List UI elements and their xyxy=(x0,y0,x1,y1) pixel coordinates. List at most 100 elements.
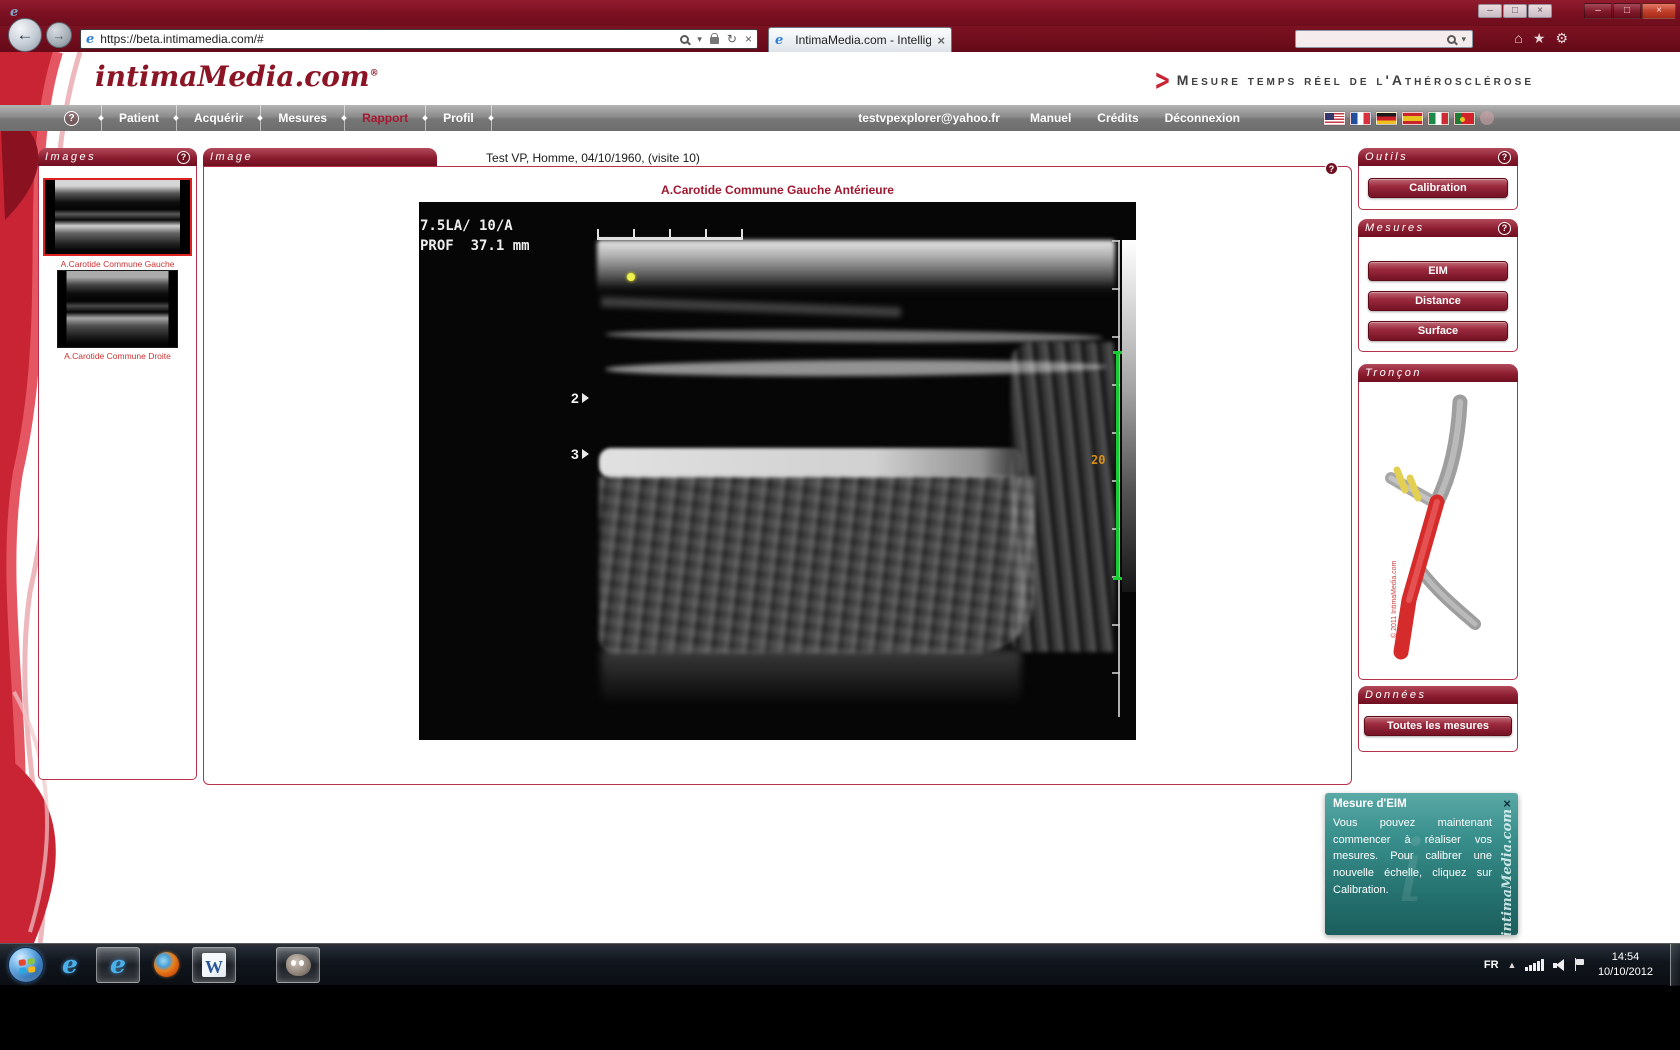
hidden-icons-chevron[interactable]: ▲ xyxy=(1508,960,1517,970)
grayscale-bar xyxy=(1122,240,1136,592)
taskbar-gimp-running[interactable] xyxy=(276,947,320,983)
ultrasound-overlay-text: PROF 37.1 mm xyxy=(420,238,530,254)
thumbnail-carotide-gauche[interactable]: A.Carotide Commune Gauche xyxy=(43,178,192,269)
home-icon[interactable]: ⌂ xyxy=(1514,31,1522,45)
search-icon[interactable] xyxy=(680,35,689,44)
measures-panel-title: Mesures xyxy=(1365,222,1425,234)
forward-arrow-icon: → xyxy=(53,28,66,43)
tab-close-icon[interactable]: × xyxy=(937,33,945,48)
bg-minimize-button[interactable]: – xyxy=(1478,4,1502,18)
action-center-flag-icon[interactable] xyxy=(1575,958,1585,971)
maximize-button[interactable]: □ xyxy=(1613,3,1641,19)
favorites-star-icon[interactable]: ★ xyxy=(1533,31,1546,45)
ultrasound-texture xyxy=(601,297,901,317)
marker-arrow-icon xyxy=(582,393,589,403)
language-indicator[interactable]: FR xyxy=(1484,959,1499,971)
deconnexion-link[interactable]: Déconnexion xyxy=(1165,111,1240,125)
ultrasound-thumbnail-image[interactable] xyxy=(43,178,192,256)
help-icon[interactable]: ? xyxy=(64,111,79,126)
thumbnail-label: A.Carotide Commune Gauche xyxy=(43,259,192,269)
eim-button[interactable]: EIM xyxy=(1368,261,1508,281)
windows-taskbar: e e W FR ▲ 14:54 10/10/2012 xyxy=(0,943,1680,985)
close-button[interactable]: × xyxy=(1642,3,1676,19)
main-navigation: ? Patient Acquérir Mesures Rapport Profi… xyxy=(0,105,1680,131)
tools-gear-icon[interactable]: ⚙ xyxy=(1555,31,1568,45)
portugal-flag-icon[interactable] xyxy=(1454,112,1475,125)
start-button[interactable] xyxy=(8,947,44,983)
show-desktop-button[interactable] xyxy=(1670,944,1680,986)
network-icon[interactable] xyxy=(1525,959,1544,971)
help-icon[interactable]: ? xyxy=(1325,162,1338,175)
ultrasound-texture xyxy=(601,650,1021,705)
site-tagline: > Mesure temps réel de l'Athérosclérose xyxy=(1155,66,1534,94)
back-button[interactable]: ← xyxy=(8,18,42,52)
nav-separator xyxy=(344,105,345,131)
popup-close-icon[interactable]: × xyxy=(1500,796,1514,810)
nav-items: Patient Acquérir Mesures Rapport Profil xyxy=(101,105,492,131)
taskbar-firefox[interactable] xyxy=(144,947,188,983)
toolbar-search-box[interactable]: ▾ xyxy=(1295,30,1473,48)
url-text[interactable]: https://beta.intimamedia.com/# xyxy=(100,32,680,46)
bg-close-button[interactable]: × xyxy=(1528,4,1552,18)
france-flag-icon[interactable] xyxy=(1350,112,1371,125)
search-dropdown-icon[interactable]: ▾ xyxy=(1461,34,1466,45)
site-header: intimaMedia.com® > Mesure temps réel de … xyxy=(0,52,1680,105)
ultrasound-texture xyxy=(599,476,1035,654)
germany-flag-icon[interactable] xyxy=(1376,112,1397,125)
help-icon[interactable]: ? xyxy=(1498,151,1511,164)
calibration-button[interactable]: Calibration xyxy=(1368,178,1508,198)
ultrasound-overlay-text: 7.5LA/ 10/A xyxy=(420,218,513,234)
logo-text: intimaMedia.com xyxy=(95,60,370,93)
minimize-button[interactable]: – xyxy=(1584,3,1612,19)
word-icon: W xyxy=(202,953,226,977)
surface-button[interactable]: Surface xyxy=(1368,321,1508,341)
site-logo[interactable]: intimaMedia.com® xyxy=(95,60,379,93)
taskbar-clock[interactable]: 14:54 10/10/2012 xyxy=(1598,950,1653,980)
search-icon xyxy=(1447,35,1456,44)
taskbar-ie-running[interactable]: e xyxy=(96,947,140,983)
nav-item-rapport[interactable]: Rapport xyxy=(345,111,425,125)
carotid-artery-diagram[interactable]: © 2011 IntimaMedia.com xyxy=(1363,386,1513,676)
ultrasound-thumbnail-image[interactable] xyxy=(57,270,178,348)
help-icon[interactable]: ? xyxy=(177,151,190,164)
depth-label: 20 xyxy=(1091,453,1105,467)
thumbnail-label: A.Carotide Commune Droite xyxy=(43,351,192,361)
browser-action-icons: ⌂ ★ ⚙ xyxy=(1514,31,1568,45)
nav-item-mesures[interactable]: Mesures xyxy=(261,111,344,125)
nav-item-acquerir[interactable]: Acquérir xyxy=(177,111,260,125)
distance-button[interactable]: Distance xyxy=(1368,291,1508,311)
nav-separator xyxy=(101,105,102,131)
taskbar-word-running[interactable]: W xyxy=(192,947,236,983)
nav-item-profil[interactable]: Profil xyxy=(426,111,491,125)
troncon-panel-title: Tronçon xyxy=(1365,367,1422,379)
bg-maximize-button[interactable]: □ xyxy=(1503,4,1527,18)
nav-separator xyxy=(260,105,261,131)
credits-link[interactable]: Crédits xyxy=(1097,111,1138,125)
windows-logo-icon xyxy=(19,958,36,974)
marker-3-label: 3 xyxy=(571,446,579,462)
language-flags xyxy=(1324,111,1494,125)
browser-tab[interactable]: e IntimaMedia.com - Intellig... × xyxy=(768,27,952,52)
all-measures-button[interactable]: Toutes les mesures xyxy=(1364,716,1512,736)
help-icon[interactable]: ? xyxy=(1498,222,1511,235)
volume-icon[interactable] xyxy=(1553,959,1566,971)
thumbnail-carotide-droite[interactable]: A.Carotide Commune Droite xyxy=(57,270,178,361)
system-tray: FR ▲ 14:54 10/10/2012 xyxy=(1484,944,1680,986)
forward-button[interactable]: → xyxy=(46,22,72,48)
italy-flag-icon[interactable] xyxy=(1428,112,1449,125)
nav-item-patient[interactable]: Patient xyxy=(102,111,176,125)
spain-flag-icon[interactable] xyxy=(1402,112,1423,125)
address-bar[interactable]: e https://beta.intimamedia.com/# ▾ ↻ × xyxy=(80,29,758,49)
data-panel-body: Toutes les mesures xyxy=(1358,704,1518,752)
stop-icon[interactable]: × xyxy=(745,32,752,46)
manuel-link[interactable]: Manuel xyxy=(1030,111,1071,125)
us-flag-icon[interactable] xyxy=(1324,112,1345,125)
refresh-icon[interactable]: ↻ xyxy=(727,32,737,46)
chevron-icon: > xyxy=(1155,62,1169,98)
tools-panel-header: Outils ? xyxy=(1358,148,1518,166)
images-panel-body: A.Carotide Commune Gauche A.Carotide Com… xyxy=(38,166,197,780)
extra-flag-icon[interactable] xyxy=(1480,111,1494,125)
taskbar-ie-pinned[interactable]: e xyxy=(48,947,92,983)
search-dropdown-icon[interactable]: ▾ xyxy=(697,34,702,45)
ultrasound-image[interactable]: 20 2 3 7.5LA/ 10/A PROF 37.1 mm xyxy=(419,202,1136,740)
